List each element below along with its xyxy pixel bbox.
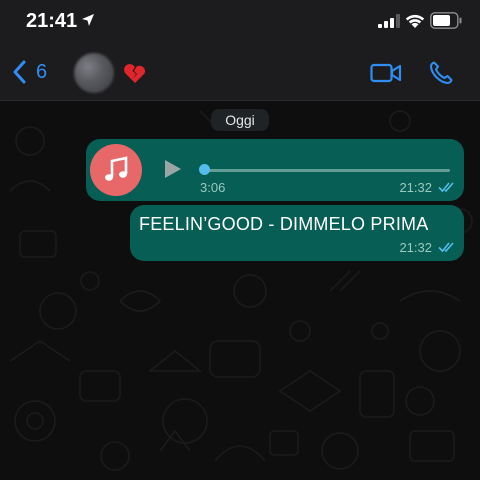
message-text: FEELIN’GOOD - DIMMELO PRIMA bbox=[139, 214, 429, 234]
audio-message-bubble[interactable]: 3:06 21:32 bbox=[86, 139, 464, 201]
text-message-bubble[interactable]: FEELIN’GOOD - DIMMELO PRIMA 21:32 bbox=[130, 205, 464, 261]
audio-progress-track[interactable] bbox=[204, 169, 450, 172]
contact-avatar[interactable] bbox=[74, 53, 114, 93]
play-icon[interactable] bbox=[164, 159, 182, 179]
back-button[interactable]: 6 bbox=[12, 59, 47, 85]
location-arrow-icon bbox=[82, 14, 94, 26]
audio-progress-knob[interactable] bbox=[199, 164, 210, 175]
chat-area[interactable]: Oggi 3:06 21:32 FEELIN’GOOD - DIMMELO PR… bbox=[0, 101, 480, 480]
phone-icon[interactable] bbox=[428, 60, 454, 86]
battery-icon bbox=[430, 12, 462, 29]
message-time: 21:32 bbox=[399, 240, 432, 255]
double-check-icon bbox=[438, 242, 454, 253]
signal-icon bbox=[378, 14, 400, 28]
status-time: 21:41 bbox=[26, 10, 78, 32]
audio-duration: 3:06 bbox=[200, 180, 226, 195]
status-bar: 21:41 bbox=[0, 0, 480, 44]
broken-heart-icon[interactable] bbox=[123, 62, 147, 84]
video-camera-icon[interactable] bbox=[370, 62, 402, 84]
message-time: 21:32 bbox=[399, 180, 432, 195]
audio-file-thumbnail bbox=[90, 144, 142, 196]
music-note-icon bbox=[105, 156, 128, 181]
chat-header: 6 bbox=[0, 44, 480, 101]
chevron-left-icon bbox=[13, 60, 26, 84]
double-check-icon bbox=[438, 182, 454, 193]
wifi-icon bbox=[405, 14, 425, 28]
date-separator: Oggi bbox=[211, 109, 269, 131]
unread-count: 6 bbox=[36, 60, 48, 83]
